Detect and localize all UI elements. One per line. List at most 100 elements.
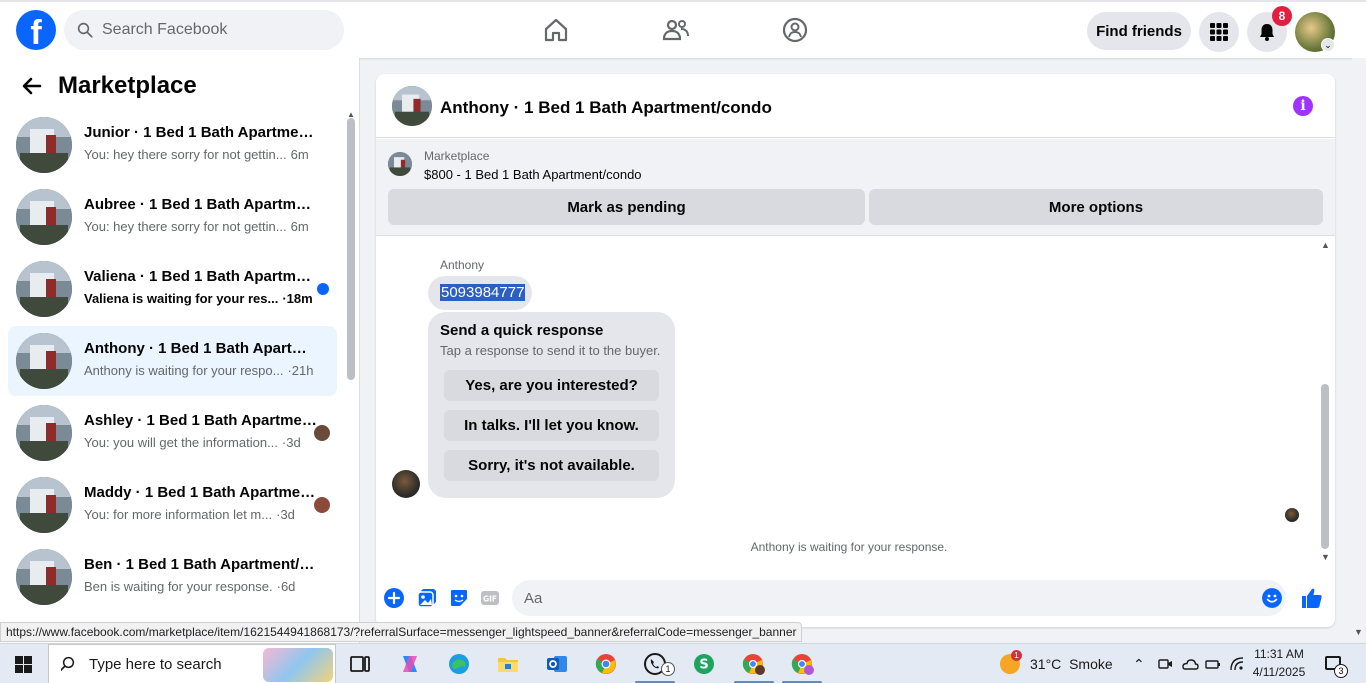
find-friends-button[interactable]: Find friends [1087, 12, 1191, 50]
listing-price-title[interactable]: $800 - 1 Bed 1 Bath Apartment/condo [424, 167, 642, 182]
home-icon[interactable] [542, 16, 570, 44]
search-input[interactable] [102, 21, 322, 39]
mark-as-pending-button[interactable]: Mark as pending [388, 189, 865, 225]
onedrive-cloud-icon[interactable] [1181, 656, 1199, 672]
chat-scroll-up-arrow-icon[interactable]: ▲ [1321, 240, 1330, 250]
conversation-title: Valiena · 1 Bed 1 Bath Apartment/condo [84, 268, 319, 285]
conversation-title: Maddy · 1 Bed 1 Bath Apartment/condo [84, 484, 319, 501]
conversation-time: ·3d [276, 507, 295, 522]
chat-scrollbar[interactable] [1321, 384, 1329, 549]
seen-receipt-avatar [1285, 508, 1299, 522]
whatsapp-unread-count: 1 [661, 662, 675, 676]
apartment-photo-icon [392, 86, 432, 126]
sidebar-header: Marketplace [20, 72, 197, 100]
conversation-item[interactable]: Valiena · 1 Bed 1 Bath Apartment/condo Va… [8, 254, 337, 324]
show-hidden-icons-chevron-up-icon[interactable]: ⌃ [1133, 656, 1145, 673]
wifi-icon[interactable] [1229, 656, 1245, 672]
sidebar-scrollbar[interactable] [347, 118, 355, 380]
friends-icon[interactable] [662, 16, 690, 44]
quick-response-interested-button[interactable]: Yes, are you interested? [444, 370, 659, 401]
listing-thumbnail[interactable] [388, 152, 412, 176]
like-thumbs-up-icon[interactable] [1300, 586, 1324, 610]
conversation-avatar[interactable] [16, 405, 72, 461]
menu-button[interactable] [1199, 12, 1239, 52]
chat-title: Anthony · 1 Bed 1 Bath Apartment/condo [440, 98, 772, 117]
conversation-preview: Anthony is waiting for your respo... ·21h [84, 363, 313, 378]
conversation-title: Anthony · 1 Bed 1 Bath Apartment/condo [84, 340, 319, 357]
chat-header-avatar[interactable] [392, 86, 432, 126]
svg-text:GIF: GIF [483, 595, 497, 604]
chat-scroll-down-arrow-icon[interactable]: ▼ [1321, 552, 1330, 562]
page-scroll-down-arrow-icon[interactable]: ▼ [1354, 627, 1363, 637]
copilot-icon[interactable] [398, 652, 422, 676]
skype-icon[interactable]: S [692, 652, 716, 676]
edge-browser-icon[interactable] [447, 652, 471, 676]
account-chevron-down-icon[interactable]: ⌄ [1321, 38, 1335, 52]
battery-plug-icon[interactable] [1205, 656, 1221, 672]
apartment-photo-icon [16, 261, 72, 317]
sidebar-title: Marketplace [58, 72, 197, 99]
message-input[interactable] [512, 580, 1286, 616]
windows-start-icon[interactable] [15, 656, 32, 673]
conversation-snippet: You: you will get the information... [84, 435, 278, 450]
weather-condition-text: Smoke [1069, 656, 1113, 672]
emoji-icon[interactable] [1262, 588, 1282, 608]
menu-grid-icon [1210, 23, 1228, 41]
chrome-icon[interactable] [594, 652, 618, 676]
conversation-snippet: Ben is waiting for your response. [84, 579, 273, 594]
conversation-preview: You: you will get the information... ·3d [84, 435, 301, 450]
conversation-preview: Valiena is waiting for your res... ·18m [84, 291, 313, 306]
conversation-title: Junior · 1 Bed 1 Bath Apartment/condo [84, 124, 319, 141]
meet-now-icon[interactable] [1157, 656, 1173, 672]
search-box[interactable] [64, 10, 344, 50]
conversation-title: Ben · 1 Bed 1 Bath Apartment/condo [84, 556, 319, 573]
file-explorer-icon[interactable] [496, 652, 520, 676]
conversation-avatar[interactable] [16, 549, 72, 605]
link-preview-status-bar: https://www.facebook.com/marketplace/ite… [0, 622, 803, 642]
taskbar-clock-time[interactable]: 11:31 AM [1250, 647, 1308, 661]
conversation-time: ·18m [282, 291, 313, 306]
weather-alert-badge: 1 [1011, 650, 1022, 661]
sticker-icon[interactable] [449, 588, 469, 608]
chrome-profile-active-icon[interactable] [790, 652, 814, 676]
chrome-profile-z-icon[interactable] [741, 652, 765, 676]
conversation-item[interactable]: Anthony · 1 Bed 1 Bath Apartment/condo An… [8, 326, 337, 396]
apartment-photo-icon [16, 477, 72, 533]
message-bubble[interactable]: 5093984777 [428, 276, 532, 310]
facebook-logo-icon[interactable]: f [16, 10, 56, 50]
taskbar-search-box[interactable] [48, 644, 336, 683]
conversation-avatar[interactable] [16, 189, 72, 245]
conversation-item[interactable]: Ben · 1 Bed 1 Bath Apartment/condo Ben is… [8, 542, 337, 612]
sender-avatar[interactable] [392, 470, 420, 498]
conversation-avatar[interactable] [16, 477, 72, 533]
conversation-item[interactable]: Junior · 1 Bed 1 Bath Apartment/condo You… [8, 110, 337, 180]
info-icon[interactable]: i [1293, 96, 1313, 116]
taskbar-clock-date[interactable]: 4/11/2025 [1250, 665, 1308, 679]
weather-widget[interactable]: 31°C Smoke [1030, 656, 1113, 672]
outlook-icon[interactable] [545, 652, 569, 676]
task-view-icon[interactable] [348, 652, 372, 676]
conversation-item[interactable]: Maddy · 1 Bed 1 Bath Apartment/condo You:… [8, 470, 337, 540]
gif-icon[interactable]: GIF [480, 588, 500, 608]
groups-icon[interactable] [781, 16, 809, 44]
quick-response-in-talks-button[interactable]: In talks. I'll let you know. [444, 410, 659, 441]
conversation-avatar[interactable] [16, 261, 72, 317]
conversation-snippet: You: hey there sorry for not gettin... [84, 147, 287, 162]
windows-taskbar: 1 S 1 31°C Smoke ⌃ 11:31 AM 4/11/2025 3 [0, 643, 1366, 683]
more-options-button[interactable]: More options [869, 189, 1323, 225]
back-arrow-icon[interactable] [20, 74, 44, 98]
search-icon [61, 656, 75, 671]
plus-circle-icon[interactable] [384, 588, 404, 608]
photo-gallery-icon[interactable] [417, 588, 437, 608]
conversation-avatar[interactable] [16, 333, 72, 389]
conversation-item[interactable]: Aubree · 1 Bed 1 Bath Apartment/condo You… [8, 182, 337, 252]
conversation-snippet: Anthony is waiting for your respo... [84, 363, 284, 378]
phone-number-text[interactable]: 5093984777 [440, 284, 526, 301]
conversation-title: Ashley · 1 Bed 1 Bath Apartment/condo [84, 412, 319, 429]
quick-response-not-available-button[interactable]: Sorry, it's not available. [444, 450, 659, 481]
conversation-avatar[interactable] [16, 117, 72, 173]
search-icon [77, 22, 93, 38]
page-scrollbar[interactable] [1352, 58, 1366, 643]
conversation-item[interactable]: Ashley · 1 Bed 1 Bath Apartment/condo You… [8, 398, 337, 468]
taskbar-search-input[interactable] [89, 655, 239, 673]
